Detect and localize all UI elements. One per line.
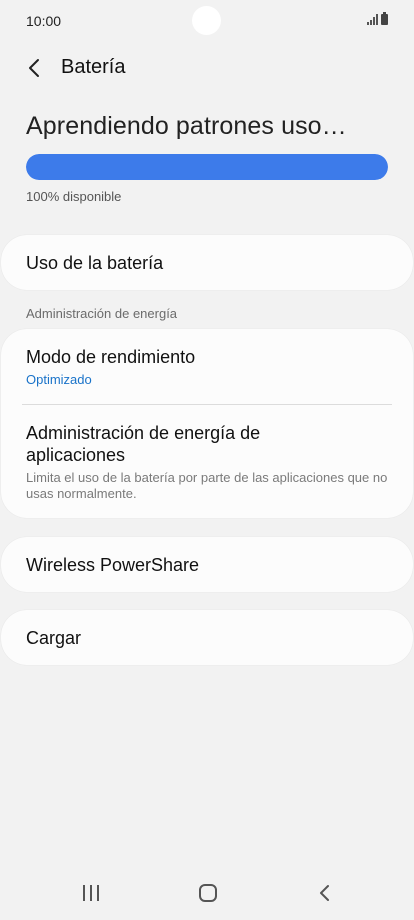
navigation-bar (0, 870, 414, 920)
nav-back-icon[interactable] (314, 882, 334, 904)
battery-usage-item[interactable]: Uso de la batería (1, 235, 413, 290)
back-icon[interactable] (20, 54, 48, 82)
charge-label: Cargar (26, 628, 82, 648)
wireless-powershare-item[interactable]: Wireless PowerShare (1, 537, 413, 592)
performance-mode-item[interactable]: Modo de rendimiento Optimizado (1, 329, 413, 404)
wireless-powershare-label: Wireless PowerShare (26, 555, 200, 575)
page-title: Batería (61, 56, 126, 78)
status-icons (367, 12, 388, 25)
nav-recents-icon[interactable] (83, 885, 99, 901)
app-power-management-label: Administración de energía de aplicacione… (26, 423, 261, 465)
camera-cutout (192, 6, 221, 35)
battery-available-text: 100% disponible (26, 189, 122, 204)
power-management-card: Modo de rendimiento Optimizado Administr… (1, 329, 413, 518)
app-power-management-description: Limita el uso de la batería por parte de… (26, 470, 388, 501)
app-header: Batería (0, 48, 414, 86)
battery-progress-bar (26, 154, 388, 180)
battery-icon (381, 12, 388, 25)
nav-home-icon[interactable] (199, 884, 217, 902)
performance-mode-label: Modo de rendimiento (26, 347, 196, 367)
battery-progress-fill (26, 154, 388, 180)
status-bar: 10:00 (0, 0, 414, 42)
status-time: 10:00 (26, 13, 62, 29)
battery-status-heading: Aprendiendo patrones uso… (26, 112, 347, 140)
app-power-management-item[interactable]: Administración de energía de aplicacione… (1, 405, 413, 518)
power-management-section-label: Administración de energía (26, 306, 178, 321)
charge-item[interactable]: Cargar (1, 610, 413, 665)
performance-mode-value: Optimizado (26, 372, 92, 387)
battery-usage-label: Uso de la batería (26, 253, 164, 273)
signal-icon (367, 14, 378, 25)
